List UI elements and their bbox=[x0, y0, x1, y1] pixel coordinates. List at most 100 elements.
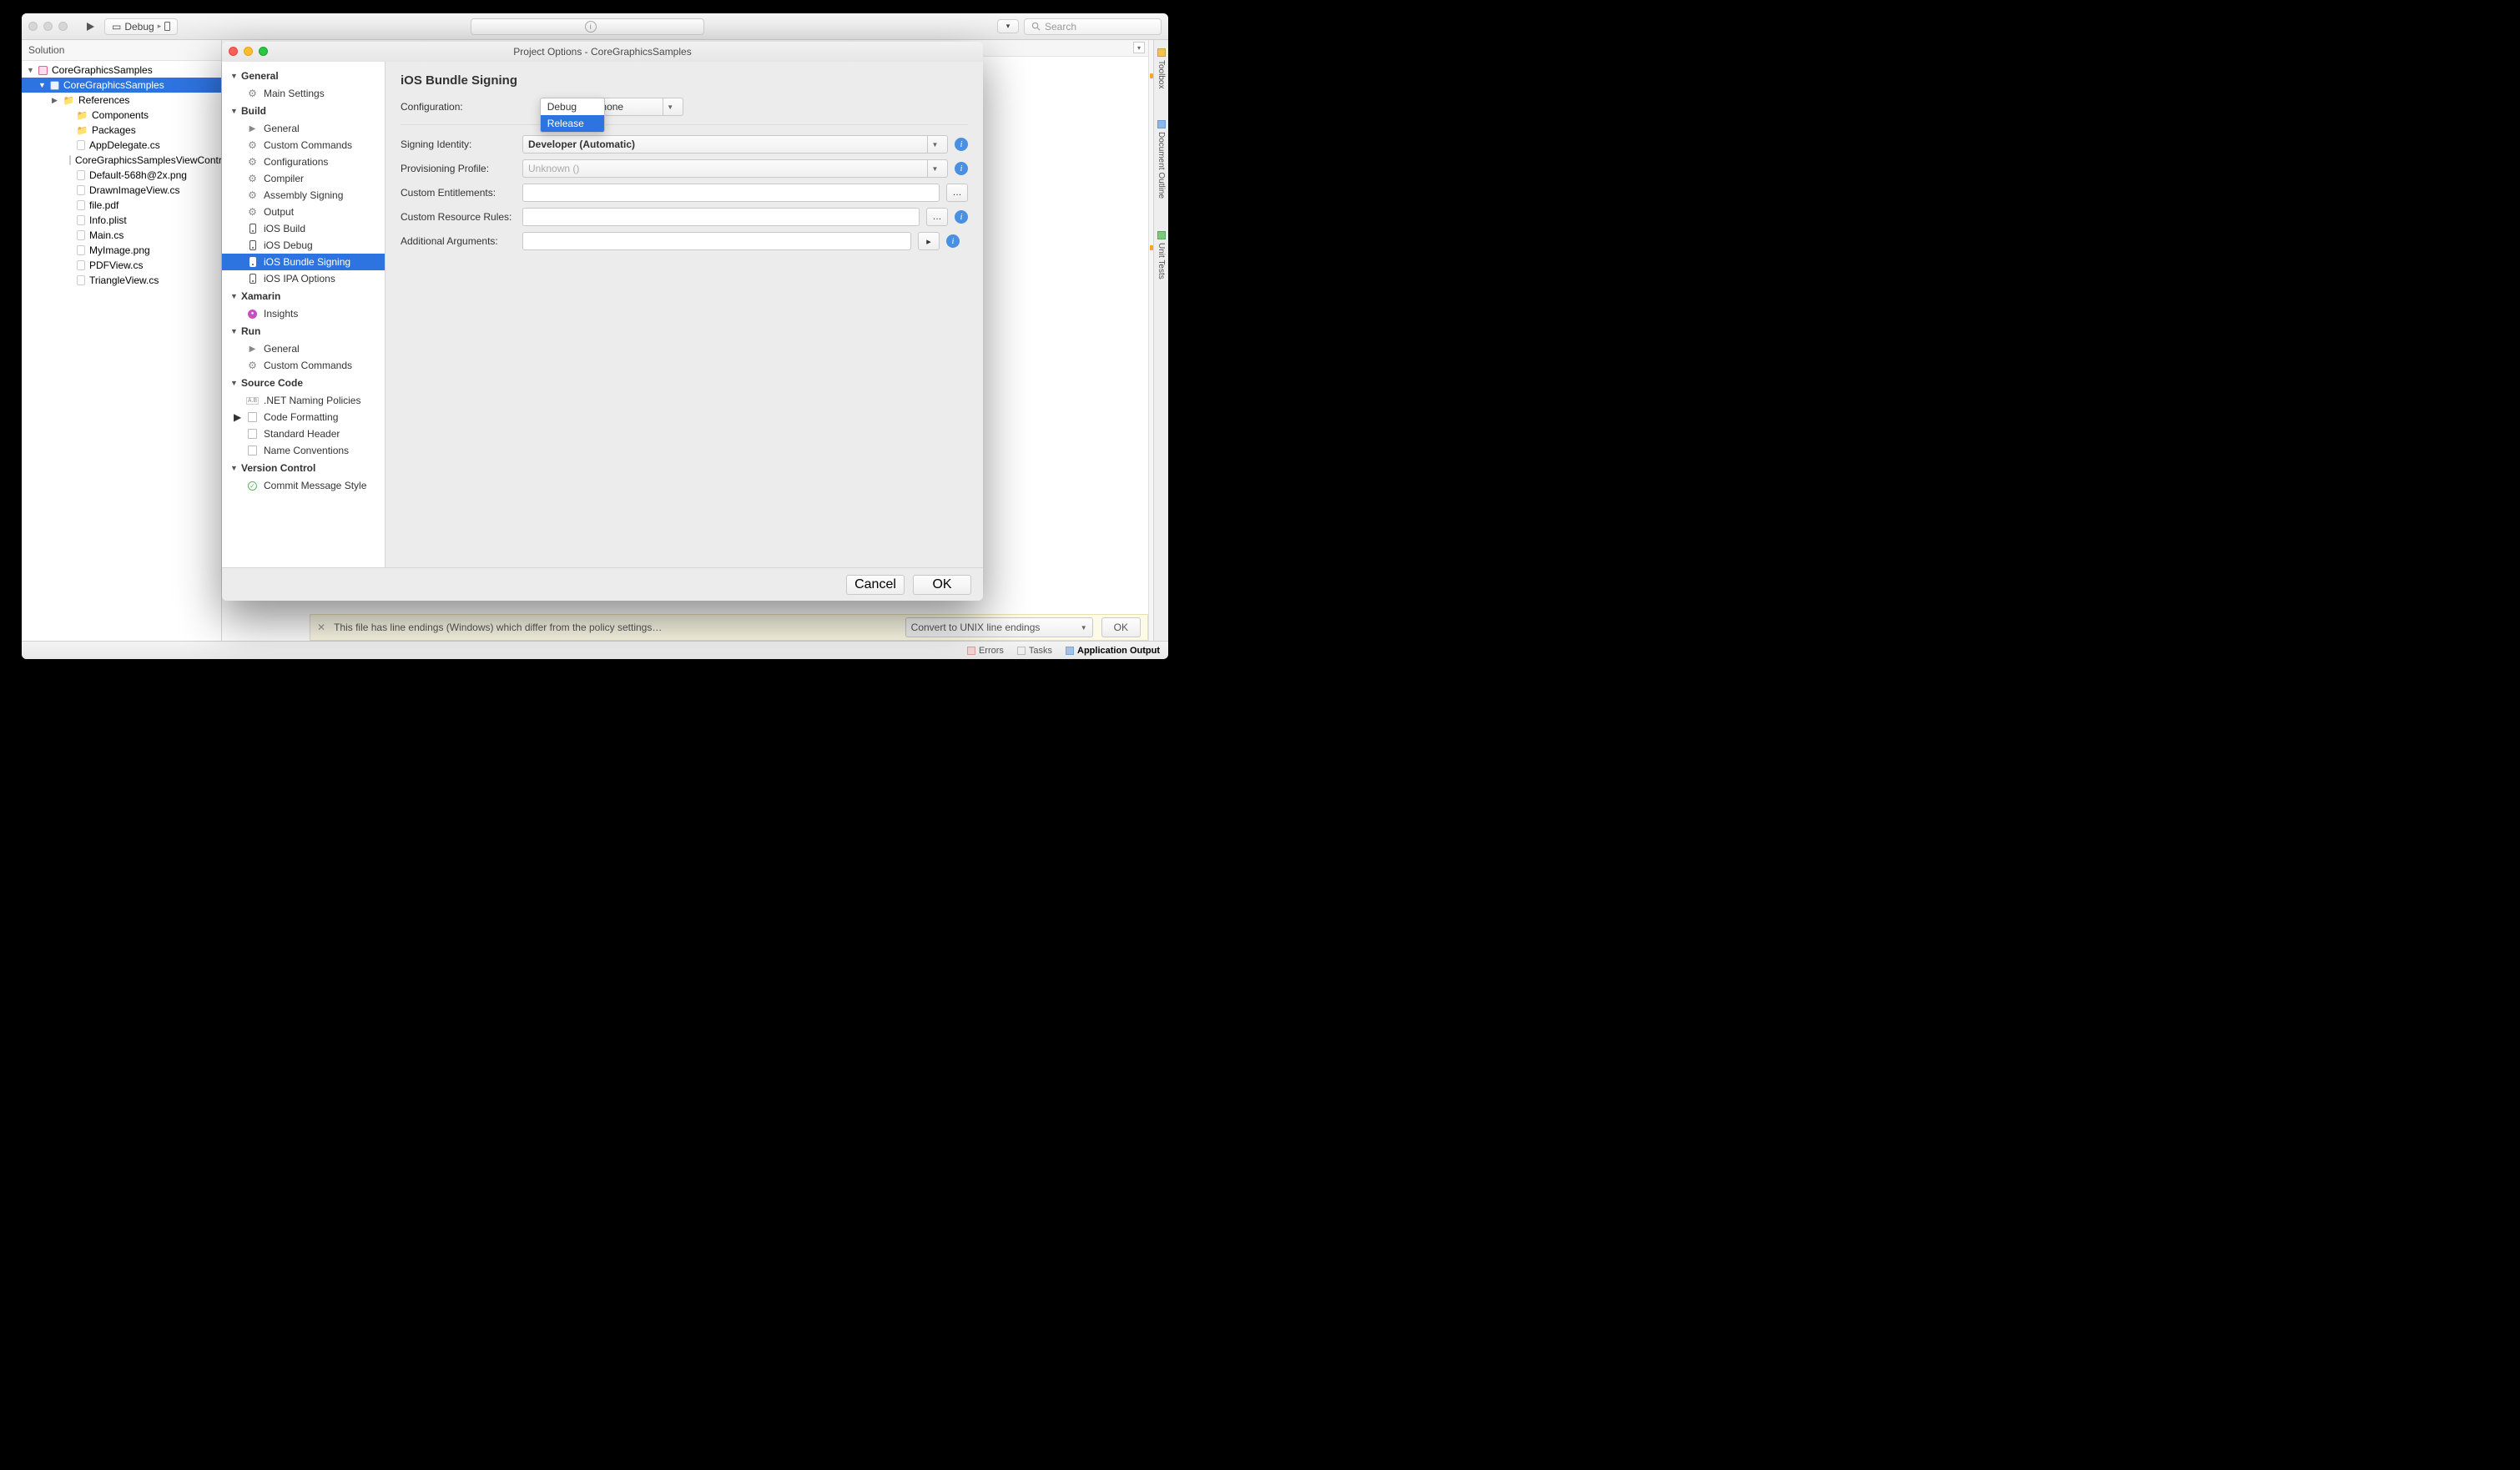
info-icon[interactable] bbox=[955, 210, 968, 224]
item-dotnet-naming[interactable]: A.B.NET Naming Policies bbox=[222, 392, 385, 409]
file-icon bbox=[77, 230, 85, 240]
entitlements-input[interactable] bbox=[522, 184, 940, 202]
file-default568[interactable]: Default-568h@2x.png bbox=[22, 168, 221, 183]
file-triangle[interactable]: TriangleView.cs bbox=[22, 273, 221, 288]
errors-status[interactable]: Errors bbox=[967, 646, 1004, 656]
tasks-status[interactable]: Tasks bbox=[1017, 646, 1052, 656]
solution-root[interactable]: ▼CoreGraphicsSamples bbox=[22, 63, 221, 78]
file-myimage[interactable]: MyImage.png bbox=[22, 243, 221, 258]
provisioning-label: Provisioning Profile: bbox=[401, 163, 516, 174]
item-run-general[interactable]: General bbox=[222, 340, 385, 357]
group-build[interactable]: ▼Build bbox=[222, 102, 385, 120]
info-icon[interactable] bbox=[946, 234, 960, 248]
cancel-button[interactable]: Cancel bbox=[846, 575, 905, 595]
resource-rules-input[interactable] bbox=[522, 208, 920, 226]
group-version-control[interactable]: ▼Version Control bbox=[222, 459, 385, 477]
document-icon bbox=[248, 446, 257, 456]
window-controls[interactable] bbox=[28, 22, 68, 31]
config-platform-row: Configuration: Debug Release Platform: i… bbox=[401, 98, 968, 125]
item-custom-commands[interactable]: Custom Commands bbox=[222, 137, 385, 154]
run-button[interactable] bbox=[81, 18, 99, 36]
file-icon bbox=[77, 215, 85, 225]
components-node[interactable]: Components bbox=[22, 108, 221, 123]
search-placeholder: Search bbox=[1045, 21, 1076, 33]
info-icon: i bbox=[585, 21, 597, 33]
item-ios-bundle-signing[interactable]: iOS Bundle Signing bbox=[222, 254, 385, 270]
signing-identity-combo[interactable]: Developer (Automatic) ▼ bbox=[522, 135, 948, 154]
packages-node[interactable]: Packages bbox=[22, 123, 221, 138]
gear-icon bbox=[247, 88, 258, 99]
item-standard-header[interactable]: Standard Header bbox=[222, 425, 385, 442]
chevron-down-icon: ▼ bbox=[927, 160, 942, 177]
file-main[interactable]: Main.cs bbox=[22, 228, 221, 243]
banner-ok-button[interactable]: OK bbox=[1101, 617, 1141, 637]
file-pdfview[interactable]: PDFView.cs bbox=[22, 258, 221, 273]
file-appdelegate[interactable]: AppDelegate.cs bbox=[22, 138, 221, 153]
editor-tab-dropdown[interactable]: ▾ bbox=[1133, 42, 1145, 53]
application-output-status[interactable]: Application Output bbox=[1066, 646, 1160, 656]
center-status-combo[interactable]: i bbox=[471, 18, 704, 35]
document-outline-tab[interactable]: Document Outline bbox=[1155, 117, 1167, 202]
convert-combo[interactable]: Convert to UNIX line endings ▼ bbox=[905, 617, 1093, 637]
file-infoplist[interactable]: Info.plist bbox=[22, 213, 221, 228]
search-box[interactable]: Search bbox=[1024, 18, 1162, 35]
gear-icon bbox=[247, 190, 258, 201]
item-name-conventions[interactable]: Name Conventions bbox=[222, 442, 385, 459]
folder-icon bbox=[63, 95, 74, 106]
info-icon[interactable] bbox=[955, 138, 968, 151]
document-icon bbox=[248, 412, 257, 422]
item-configurations[interactable]: Configurations bbox=[222, 154, 385, 170]
file-pdf[interactable]: file.pdf bbox=[22, 198, 221, 213]
group-source-code[interactable]: ▼Source Code bbox=[222, 374, 385, 392]
panel-title: iOS Bundle Signing bbox=[401, 73, 968, 88]
item-compiler[interactable]: Compiler bbox=[222, 170, 385, 187]
item-commit-style[interactable]: Commit Message Style bbox=[222, 477, 385, 494]
ab-icon: A.B bbox=[246, 397, 259, 405]
file-viewcontroller[interactable]: CoreGraphicsSamplesViewController bbox=[22, 153, 221, 168]
additional-args-input[interactable] bbox=[522, 232, 911, 250]
convert-label: Convert to UNIX line endings bbox=[911, 622, 1041, 633]
row-provisioning-profile: Provisioning Profile: Unknown () ▼ bbox=[401, 159, 968, 178]
config-option-release[interactable]: Release bbox=[541, 115, 604, 132]
item-ios-debug[interactable]: iOS Debug bbox=[222, 237, 385, 254]
item-code-formatting[interactable]: ▶Code Formatting bbox=[222, 409, 385, 425]
play-icon bbox=[247, 344, 258, 355]
toolbar-overflow-button[interactable]: ▾ bbox=[997, 19, 1019, 33]
config-combo[interactable]: ▭ Debug ▸ bbox=[104, 18, 178, 35]
file-icon bbox=[77, 260, 85, 270]
options-tree: ▼General Main Settings ▼Build General Cu… bbox=[222, 62, 386, 567]
toolbox-tab[interactable]: Toolbox bbox=[1155, 45, 1167, 92]
item-ios-ipa[interactable]: iOS IPA Options bbox=[222, 270, 385, 287]
item-ios-build[interactable]: iOS Build bbox=[222, 220, 385, 237]
item-insights[interactable]: Insights bbox=[222, 305, 385, 322]
ok-button[interactable]: OK bbox=[913, 575, 971, 595]
file-drawnimage[interactable]: DrawnImageView.cs bbox=[22, 183, 221, 198]
banner-close-button[interactable]: ✕ bbox=[317, 622, 325, 633]
item-assembly-signing[interactable]: Assembly Signing bbox=[222, 187, 385, 204]
resource-rules-browse-button[interactable]: … bbox=[926, 208, 948, 226]
info-icon[interactable] bbox=[955, 162, 968, 175]
item-build-general[interactable]: General bbox=[222, 120, 385, 137]
play-icon bbox=[247, 123, 258, 134]
file-icon bbox=[77, 185, 85, 195]
project-node[interactable]: ▼CoreGraphicsSamples bbox=[22, 78, 221, 93]
config-option-debug[interactable]: Debug bbox=[541, 98, 604, 115]
gear-icon bbox=[247, 207, 258, 218]
item-output[interactable]: Output bbox=[222, 204, 385, 220]
item-main-settings[interactable]: Main Settings bbox=[222, 85, 385, 102]
configuration-dropdown-open[interactable]: Debug Release bbox=[540, 98, 605, 133]
unit-tests-tab[interactable]: Unit Tests bbox=[1155, 228, 1167, 283]
entitlements-browse-button[interactable]: … bbox=[946, 184, 968, 202]
group-xamarin[interactable]: ▼Xamarin bbox=[222, 287, 385, 305]
additional-args-expand-button[interactable]: ▸ bbox=[918, 232, 940, 250]
references-node[interactable]: ▶References bbox=[22, 93, 221, 108]
solution-icon bbox=[38, 66, 48, 75]
row-additional-args: Additional Arguments: ▸ bbox=[401, 232, 968, 250]
device-icon bbox=[164, 22, 170, 31]
group-general[interactable]: ▼General bbox=[222, 67, 385, 85]
project-options-dialog: Project Options - CoreGraphicsSamples ▼G… bbox=[222, 42, 983, 601]
item-run-custom[interactable]: Custom Commands bbox=[222, 357, 385, 374]
provisioning-combo[interactable]: Unknown () ▼ bbox=[522, 159, 948, 178]
dialog-window-controls[interactable] bbox=[229, 47, 268, 56]
group-run[interactable]: ▼Run bbox=[222, 322, 385, 340]
